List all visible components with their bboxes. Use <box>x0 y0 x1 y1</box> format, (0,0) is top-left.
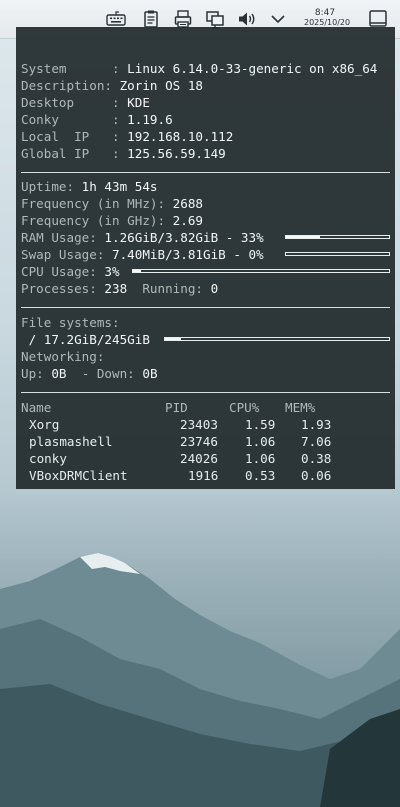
conky-label: Conky : <box>21 112 120 127</box>
processes-value: 238 <box>104 281 128 296</box>
freq-mhz-label: Frequency (in MHz): <box>21 196 166 211</box>
process-mem: 7.06 <box>301 434 332 449</box>
description-value: Zorin OS 18 <box>119 78 203 93</box>
global-ip-value: 125.56.59.149 <box>127 146 226 161</box>
keyboard-icon[interactable] <box>106 9 126 29</box>
description-label: Description: <box>21 78 112 93</box>
freq-mhz-row: Frequency (in MHz): 2688 <box>21 195 203 212</box>
swap-row: Swap Usage: 7.40MiB/3.81GiB - 0% <box>21 246 264 263</box>
up-value: 0B <box>51 366 67 381</box>
root-fs-row: / 17.2GiB/245GiB <box>21 331 150 348</box>
col-header-name: Name <box>21 400 52 415</box>
local-ip-value: 192.168.10.112 <box>127 129 234 144</box>
freq-ghz-row: Frequency (in GHz): 2.69 <box>21 212 203 229</box>
root-fs-bar <box>164 337 390 341</box>
down-value: 0B <box>142 366 158 381</box>
description-row: Description: Zorin OS 18 <box>21 77 203 94</box>
root-fs-value: / 17.2GiB/245GiB <box>21 332 150 347</box>
network-traffic-row: Up: 0B - Down: 0B <box>21 365 158 382</box>
col-header-mem: MEM% <box>285 400 316 415</box>
conky-panel: System : Linux 6.14.0-33-generic on x86_… <box>16 27 395 489</box>
mountain-landscape-image <box>0 553 400 807</box>
up-label: Up: <box>21 366 44 381</box>
networking-label: Networking: <box>21 349 105 364</box>
running-label: Running: <box>142 281 204 296</box>
chevron-down-icon[interactable] <box>268 9 288 29</box>
ram-value: 1.26GiB/3.82GiB - 33% <box>104 230 264 245</box>
process-name: conky <box>29 451 67 466</box>
process-cpu: 0.53 <box>245 468 276 483</box>
process-pid: 1916 <box>188 468 219 483</box>
ram-label: RAM Usage: <box>21 230 97 245</box>
filesystems-heading: File systems: <box>21 314 120 331</box>
global-ip-label: Global IP : <box>21 146 120 161</box>
system-value: Linux 6.14.0-33-generic on x86_64 <box>127 61 378 76</box>
printer-icon[interactable] <box>173 9 193 29</box>
cpu-row: CPU Usage: 3% <box>21 263 120 280</box>
process-pid: 23746 <box>180 434 218 449</box>
ram-row: RAM Usage: 1.26GiB/3.82GiB - 33% <box>21 229 264 246</box>
divider <box>21 172 390 173</box>
process-cpu: 1.06 <box>245 451 276 466</box>
processes-row: Processes: 238 Running: 0 <box>21 280 218 297</box>
process-cpu: 1.06 <box>245 434 276 449</box>
root-fs-bar-fill <box>165 338 181 340</box>
divider <box>21 392 390 393</box>
show-desktop-icon[interactable] <box>368 9 388 29</box>
local-ip-label: Local IP : <box>21 129 120 144</box>
process-name: VBoxDRMClient <box>29 468 128 483</box>
process-pid: 24026 <box>180 451 218 466</box>
cpu-value: 3% <box>104 264 120 279</box>
filesystems-label: File systems: <box>21 315 120 330</box>
process-mem: 0.06 <box>301 468 332 483</box>
freq-mhz-value: 2688 <box>172 196 203 211</box>
ram-usage-bar-fill <box>286 236 320 238</box>
freq-ghz-value: 2.69 <box>172 213 203 228</box>
process-mem: 1.93 <box>301 417 332 432</box>
swap-label: Swap Usage: <box>21 247 105 262</box>
global-ip-row: Global IP : 125.56.59.149 <box>21 145 226 162</box>
ram-usage-bar <box>285 235 390 239</box>
conky-row: Conky : 1.19.6 <box>21 111 173 128</box>
conky-value: 1.19.6 <box>127 112 173 127</box>
down-label: - Down: <box>81 366 135 381</box>
system-row: System : Linux 6.14.0-33-generic on x86_… <box>21 60 377 77</box>
desktop-label: Desktop : <box>21 95 120 110</box>
system-clock[interactable]: 8:47 2025/10/20 <box>304 8 350 28</box>
desktop-value: KDE <box>127 95 150 110</box>
running-value: 0 <box>210 281 219 296</box>
volume-icon[interactable] <box>237 9 257 29</box>
uptime-label: Uptime: <box>21 179 75 194</box>
process-name: plasmashell <box>29 434 113 449</box>
col-header-cpu: CPU% <box>229 400 260 415</box>
networking-heading: Networking: <box>21 348 104 365</box>
desktop-row: Desktop : KDE <box>21 94 150 111</box>
system-label: System : <box>21 61 120 76</box>
cpu-usage-bar <box>132 269 390 273</box>
processes-label: Processes: <box>21 281 97 296</box>
cpu-label: CPU Usage: <box>21 264 97 279</box>
local-ip-row: Local IP : 192.168.10.112 <box>21 128 233 145</box>
swap-value: 7.40MiB/3.81GiB - 0% <box>112 247 264 262</box>
clock-time: 8:47 <box>314 8 336 18</box>
divider <box>21 307 390 308</box>
process-cpu: 1.59 <box>245 417 276 432</box>
process-mem: 0.38 <box>301 451 332 466</box>
process-pid: 23403 <box>180 417 218 432</box>
swap-usage-bar <box>285 252 390 256</box>
freq-ghz-label: Frequency (in GHz): <box>21 213 166 228</box>
network-icon[interactable] <box>205 9 225 29</box>
cpu-usage-bar-fill <box>133 270 141 272</box>
uptime-value: 1h 43m 54s <box>81 179 158 194</box>
clipboard-icon[interactable] <box>141 9 161 29</box>
process-name: Xorg <box>29 417 60 432</box>
col-header-pid: PID <box>165 400 188 415</box>
uptime-row: Uptime: 1h 43m 54s <box>21 178 158 195</box>
